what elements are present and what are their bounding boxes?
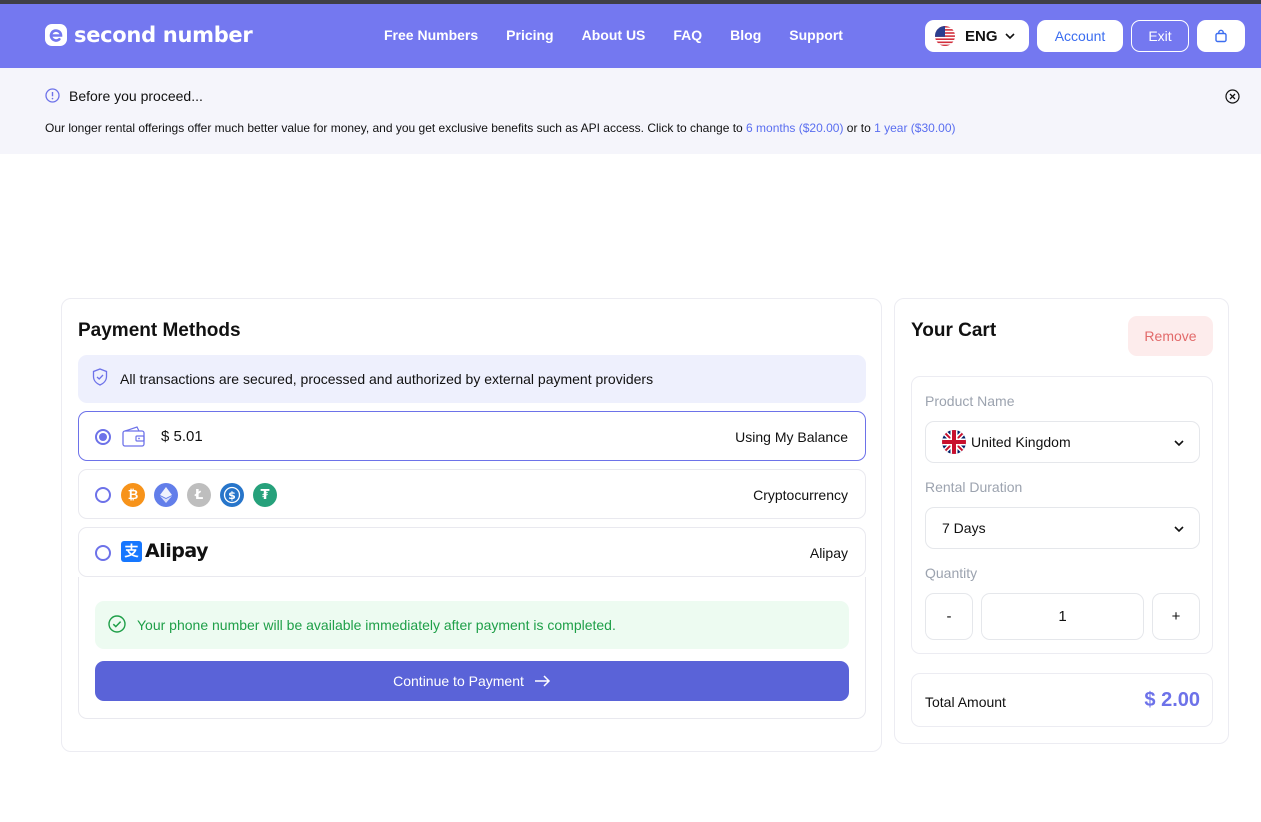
cart-button[interactable] [1197,20,1245,52]
notice-text-before: Our longer rental offerings offer much b… [45,121,747,135]
crypto-label: Cryptocurrency [753,487,848,503]
alipay-icon: 支 [121,540,142,562]
rental-duration-label: Rental Duration [925,479,1023,495]
alipay-logo-text: Alipay [145,540,208,562]
remove-button[interactable]: Remove [1128,316,1213,356]
nav-about-us[interactable]: About US [582,27,646,43]
payment-option-balance[interactable]: $ 5.01 Using My Balance [78,411,866,461]
balance-value: $ 5.01 [161,428,203,445]
balance-label: Using My Balance [735,429,848,445]
cart-title: Your Cart [911,320,997,341]
quantity-increase-button[interactable]: + [1152,593,1200,640]
close-icon[interactable] [1225,89,1240,104]
radio-alipay[interactable] [95,545,111,561]
uk-flag-icon [942,430,966,454]
site-header: second number Free Numbers Pricing About… [0,4,1261,68]
quantity-decrease-button[interactable]: - [925,593,973,640]
continue-to-payment-button[interactable]: Continue to Payment [95,661,849,701]
product-name-label: Product Name [925,393,1015,409]
secure-text: All transactions are secured, processed … [120,371,654,387]
litecoin-icon: Ł [187,483,211,507]
chevron-down-icon [1174,526,1184,533]
tether-icon: ₮ [253,483,277,507]
cart-card: Your Cart Remove Product Name United Kin… [894,298,1229,744]
continue-label: Continue to Payment [393,673,524,689]
radio-balance[interactable] [95,429,111,445]
notice-text: Our longer rental offerings offer much b… [45,121,956,135]
language-label: ENG [965,27,998,45]
alipay-label: Alipay [809,545,848,561]
product-select[interactable]: United Kingdom [925,421,1200,463]
nav-blog[interactable]: Blog [730,27,761,43]
arrow-right-icon [534,675,550,687]
usdc-icon: $ [220,483,244,507]
nav-free-numbers[interactable]: Free Numbers [384,27,478,43]
nav-pricing[interactable]: Pricing [506,27,553,43]
quantity-value[interactable]: 1 [981,593,1144,640]
shield-check-icon [92,368,108,386]
total-amount-label: Total Amount [925,694,1006,710]
chevron-down-icon [1004,33,1015,40]
quantity-label: Quantity [925,565,978,581]
chevron-down-icon [1174,440,1184,447]
six-months-link[interactable]: 6 months ($20.00) [746,121,843,135]
payment-footer: Your phone number will be available imme… [78,577,866,719]
rental-duration-value: 7 Days [942,520,986,536]
product-value: United Kingdom [971,434,1071,450]
language-selector[interactable]: ENG [925,20,1029,52]
success-text: Your phone number will be available imme… [137,617,616,633]
rental-duration-select[interactable]: 7 Days [925,507,1200,549]
info-icon [45,88,60,103]
notice-title: Before you proceed... [69,88,203,104]
radio-crypto[interactable] [95,487,111,503]
nav-faq[interactable]: FAQ [673,27,702,43]
cart-form: Product Name United Kingdom Rental Durat… [911,376,1213,654]
success-banner: Your phone number will be available imme… [95,601,849,649]
exit-button[interactable]: Exit [1131,20,1189,52]
wallet-icon [122,426,145,447]
nav-support[interactable]: Support [789,27,843,43]
shopping-bag-icon [1215,29,1227,43]
ethereum-icon [154,483,178,507]
logo[interactable]: second number [44,23,253,47]
alipay-logo: 支 Alipay [121,540,208,562]
total-amount-value: $ 2.00 [1144,689,1200,711]
proceed-notice: Before you proceed... Our longer rental … [0,68,1261,154]
payment-methods-card: Payment Methods All transactions are sec… [61,298,882,752]
logo-text: second number [74,23,253,47]
payment-methods-title: Payment Methods [78,320,241,341]
secure-transactions-banner: All transactions are secured, processed … [78,355,866,403]
main-nav: Free Numbers Pricing About US FAQ Blog S… [384,27,871,43]
total-amount-box: Total Amount $ 2.00 [911,673,1213,727]
svg-text:$: $ [228,489,236,502]
payment-option-alipay[interactable]: 支 Alipay Alipay [78,527,866,577]
logo-icon [45,24,67,46]
payment-option-crypto[interactable]: ₿ Ł $ ₮ Cryptocurrency [78,469,866,519]
bitcoin-icon: ₿ [121,483,145,507]
crypto-coins: ₿ Ł $ ₮ [121,483,286,507]
one-year-link[interactable]: 1 year ($30.00) [874,121,955,135]
notice-text-middle: or to [843,121,875,135]
account-button[interactable]: Account [1037,20,1123,52]
check-circle-icon [108,615,126,633]
us-flag-icon [935,26,955,46]
